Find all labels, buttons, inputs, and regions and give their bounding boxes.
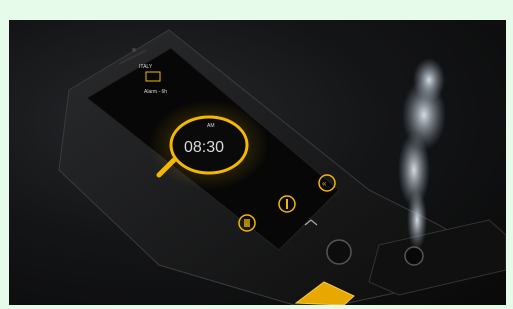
product-photo: ITALY Alarm - 6h AM 08:30 « bbox=[9, 20, 506, 305]
image-frame: ITALY Alarm - 6h AM 08:30 « bbox=[0, 0, 513, 309]
header-small-text: ITALY bbox=[139, 64, 153, 70]
subtitle-text: Alarm - 6h bbox=[144, 89, 167, 95]
time-display: 08:30 bbox=[184, 139, 224, 156]
ampm-text: AM bbox=[207, 123, 215, 129]
vapor-nozzle bbox=[404, 246, 424, 266]
phone-illustration: ITALY Alarm - 6h AM 08:30 « bbox=[58, 29, 506, 305]
home-button-icon[interactable] bbox=[326, 239, 352, 265]
svg-text:«: « bbox=[322, 179, 327, 188]
